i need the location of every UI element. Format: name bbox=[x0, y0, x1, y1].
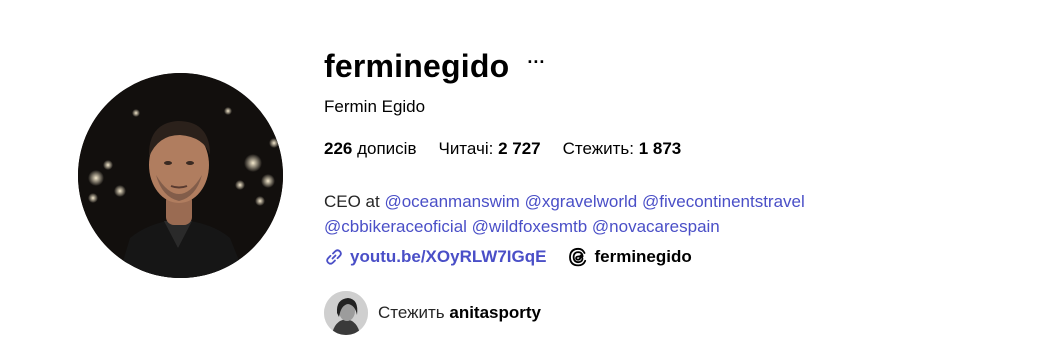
threads-link[interactable]: ferminegido bbox=[568, 247, 692, 267]
following-count[interactable]: Стежить: 1 873 bbox=[563, 138, 682, 160]
posts-count: 226 дописів bbox=[324, 139, 417, 158]
followed-by-name[interactable]: anitasporty bbox=[449, 303, 541, 322]
follower-avatar[interactable] bbox=[324, 291, 368, 335]
followers-count[interactable]: Читачі: 2 727 bbox=[438, 138, 540, 160]
username: ferminegido bbox=[324, 47, 510, 84]
threads-username: ferminegido bbox=[594, 247, 692, 266]
external-link-text: youtu.be/XOyRLW7IGqE bbox=[350, 247, 547, 266]
mention-link[interactable]: @novacarespain bbox=[592, 217, 720, 236]
bio-prefix: CEO at bbox=[324, 192, 385, 211]
threads-icon bbox=[569, 247, 587, 267]
bio: CEO at @oceanmanswim @xgravelworld @five… bbox=[324, 189, 1024, 239]
profile-header: ferminegido ··· bbox=[324, 44, 1024, 88]
follower-photo bbox=[324, 291, 368, 335]
profile-avatar[interactable] bbox=[78, 73, 283, 278]
profile-photo bbox=[78, 73, 283, 278]
mention-link[interactable]: @fivecontinentstravel bbox=[642, 192, 805, 211]
link-icon bbox=[326, 249, 342, 265]
profile-links: youtu.be/XOyRLW7IGqE ferminegido bbox=[324, 243, 1024, 271]
full-name: Fermin Egido bbox=[324, 97, 426, 116]
external-link[interactable]: youtu.be/XOyRLW7IGqE bbox=[324, 247, 546, 267]
mention-link[interactable]: @xgravelworld bbox=[525, 192, 638, 211]
profile-stats: 226 дописів Читачі: 2 727 Стежить: 1 873 bbox=[324, 138, 1024, 160]
followed-by-text: Стежить anitasporty bbox=[378, 303, 542, 322]
profile-info: ferminegido ··· Fermin Egido 226 дописів… bbox=[324, 44, 1024, 335]
mention-link[interactable]: @oceanmanswim bbox=[384, 192, 519, 211]
followed-by[interactable]: Стежить anitasporty bbox=[324, 291, 1024, 335]
more-options-icon[interactable]: ··· bbox=[523, 53, 549, 71]
mention-link[interactable]: @cbbikeraceoficial bbox=[324, 217, 467, 236]
mention-link[interactable]: @wildfoxesmtb bbox=[472, 217, 588, 236]
